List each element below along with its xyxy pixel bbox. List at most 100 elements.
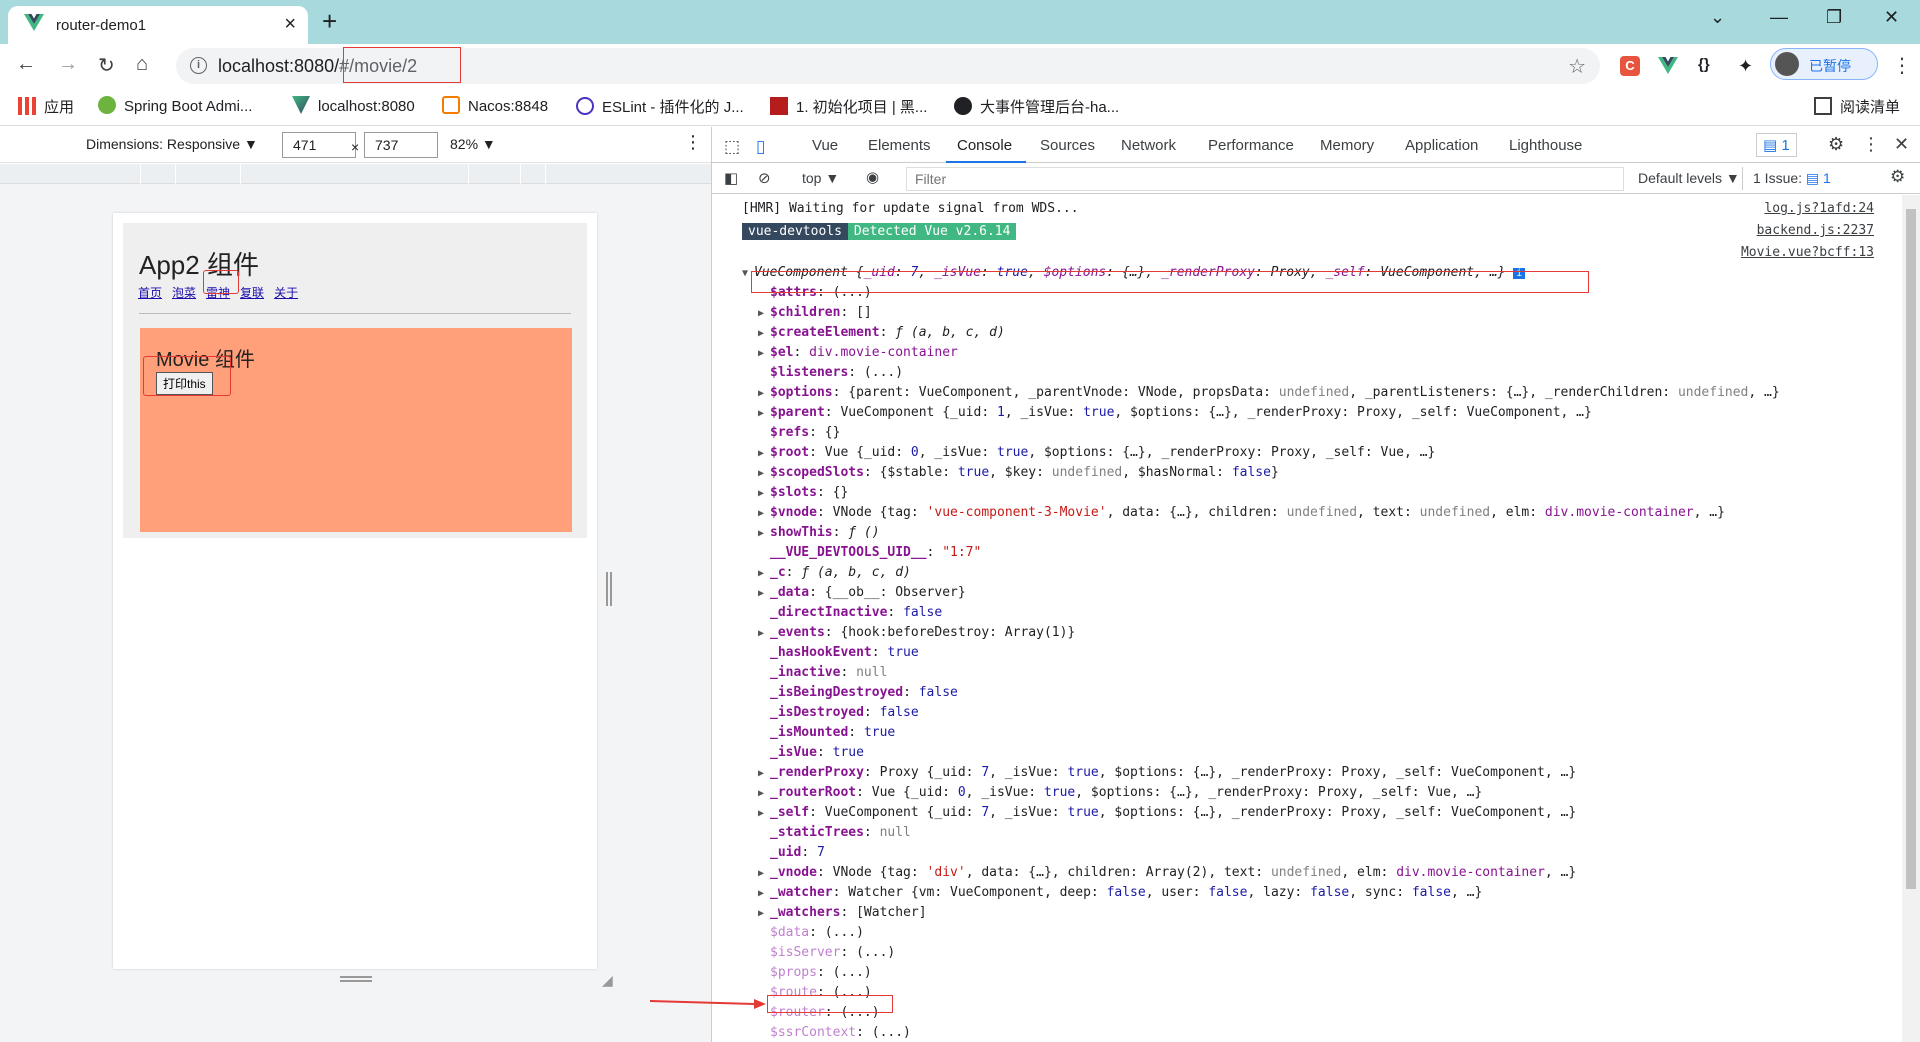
link-about[interactable]: 关于: [274, 286, 298, 300]
tab-search-icon[interactable]: ⌄: [1710, 7, 1725, 28]
clear-console-icon[interactable]: ⊘: [758, 169, 771, 187]
prop-c[interactable]: ▶ _c: ƒ (a, b, c, d): [758, 565, 1920, 585]
extension-c-icon[interactable]: C: [1620, 56, 1640, 76]
prop-showthis[interactable]: ▶ showThis: ƒ (): [758, 525, 1920, 545]
width-input[interactable]: 471: [282, 132, 356, 158]
json-extension-icon[interactable]: {}: [1698, 56, 1718, 76]
bookmark-star-icon[interactable]: ☆: [1568, 54, 1586, 79]
tab-vue[interactable]: Vue: [812, 137, 838, 154]
tab-lighthouse[interactable]: Lighthouse: [1509, 137, 1582, 154]
prop-props[interactable]: $props: (...): [758, 965, 1920, 985]
home-icon[interactable]: ⌂: [136, 53, 148, 76]
context-select[interactable]: top ▼: [802, 170, 839, 186]
inspect-icon[interactable]: ⬚: [724, 137, 740, 157]
bookmark-admin[interactable]: 大事件管理后台-ha...: [954, 96, 1119, 117]
prop-self[interactable]: ▶ _self: VueComponent {_uid: 7, _isVue: t…: [758, 805, 1920, 825]
media-query-ruler[interactable]: [0, 164, 711, 184]
link-home[interactable]: 首页: [138, 286, 162, 300]
forward-icon[interactable]: →: [58, 53, 78, 76]
reading-list[interactable]: 阅读清单: [1814, 96, 1900, 117]
prop-scopedslots[interactable]: ▶ $scopedSlots: {$stable: true, $key: und…: [758, 465, 1920, 485]
prop-refs[interactable]: $refs: {}: [758, 425, 1920, 445]
devtools-menu-icon[interactable]: ⋮: [1862, 134, 1880, 155]
prop-el[interactable]: ▶ $el: div.movie-container: [758, 345, 1920, 365]
prop-statictrees[interactable]: _staticTrees: null: [758, 825, 1920, 845]
prop-directinactive[interactable]: _directInactive: false: [758, 605, 1920, 625]
height-input[interactable]: 737: [364, 132, 438, 158]
extensions-puzzle-icon[interactable]: ✦: [1738, 56, 1758, 76]
tab-application[interactable]: Application: [1405, 137, 1478, 154]
link-pickle[interactable]: 泡菜: [172, 286, 196, 300]
prop-data[interactable]: ▶ _data: {__ob__: Observer}: [758, 585, 1920, 605]
browser-tab[interactable]: router-demo1 ×: [8, 6, 308, 44]
prop-hashookevent[interactable]: _hasHookEvent: true: [758, 645, 1920, 665]
bookmark-init-project[interactable]: 1. 初始化项目 | 黑...: [770, 96, 927, 117]
prop-uid[interactable]: _uid: 7: [758, 845, 1920, 865]
prop-watcher[interactable]: ▶ _watcher: Watcher {vm: VueComponent, de…: [758, 885, 1920, 905]
tab-sources[interactable]: Sources: [1040, 137, 1095, 154]
minimize-icon[interactable]: —: [1770, 7, 1788, 28]
vue-devtools-extension-icon[interactable]: [1658, 56, 1678, 76]
tab-elements[interactable]: Elements: [868, 137, 931, 154]
device-toggle-icon[interactable]: ▯: [756, 137, 765, 157]
issues-count[interactable]: 1 Issue: ▤ 1: [1742, 167, 1841, 190]
back-icon[interactable]: ←: [16, 53, 36, 76]
prop-renderproxy[interactable]: ▶ _renderProxy: Proxy {_uid: 7, _isVue: t…: [758, 765, 1920, 785]
tab-console[interactable]: Console: [957, 137, 1012, 154]
resize-handle-right[interactable]: [606, 572, 612, 606]
prop-root[interactable]: ▶ $root: Vue {_uid: 0, _isVue: true, $opt…: [758, 445, 1920, 465]
prop-options[interactable]: ▶ $options: {parent: VueComponent, _paren…: [758, 385, 1920, 405]
site-info-icon[interactable]: i: [190, 57, 207, 74]
new-tab-icon[interactable]: +: [322, 6, 337, 37]
bookmark-nacos[interactable]: Nacos:8848: [442, 96, 548, 115]
prop-createelement[interactable]: ▶ $createElement: ƒ (a, b, c, d): [758, 325, 1920, 345]
prop-isdestroyed[interactable]: _isDestroyed: false: [758, 705, 1920, 725]
bookmark-localhost[interactable]: localhost:8080: [292, 96, 415, 115]
close-devtools-icon[interactable]: ✕: [1894, 134, 1909, 155]
link-avengers[interactable]: 复联: [240, 286, 264, 300]
reload-icon[interactable]: ↻: [98, 53, 115, 78]
prop-devtools-uid[interactable]: __VUE_DEVTOOLS_UID__: "1:7": [758, 545, 1920, 565]
bookmark-apps[interactable]: 应用: [18, 96, 74, 117]
prop-vnode[interactable]: ▶ $vnode: VNode {tag: 'vue-component-3-Mo…: [758, 505, 1920, 525]
prop-parent[interactable]: ▶ $parent: VueComponent {_uid: 1, _isVue:…: [758, 405, 1920, 425]
prop-children[interactable]: ▶ $children: []: [758, 305, 1920, 325]
bookmark-eslint[interactable]: ESLint - 插件化的 J...: [576, 96, 744, 117]
prop-watchers[interactable]: ▶ _watchers: [Watcher]: [758, 905, 1920, 925]
menu-icon[interactable]: ⋮: [1892, 53, 1912, 78]
profile-button[interactable]: 已暂停: [1770, 48, 1878, 80]
close-tab-icon[interactable]: ×: [284, 13, 296, 36]
prop-isvue[interactable]: _isVue: true: [758, 745, 1920, 765]
prop-inactive[interactable]: _inactive: null: [758, 665, 1920, 685]
prop-vnode-internal[interactable]: ▶ _vnode: VNode {tag: 'div', data: {…}, c…: [758, 865, 1920, 885]
issues-badge[interactable]: ▤ 1: [1756, 133, 1797, 157]
tab-network[interactable]: Network: [1121, 137, 1176, 154]
tab-memory[interactable]: Memory: [1320, 137, 1374, 154]
prop-routerroot[interactable]: ▶ _routerRoot: Vue {_uid: 0, _isVue: true…: [758, 785, 1920, 805]
prop-route[interactable]: $route: (...): [758, 985, 1920, 1005]
resize-handle-bottom[interactable]: [340, 976, 372, 982]
prop-listeners[interactable]: $listeners: (...): [758, 365, 1920, 385]
dimensions-select[interactable]: Dimensions: Responsive ▼: [86, 136, 258, 152]
prop-events[interactable]: ▶ _events: {hook:beforeDestroy: Array(1)}: [758, 625, 1920, 645]
prop-ismounted[interactable]: _isMounted: true: [758, 725, 1920, 745]
bookmark-spring-boot[interactable]: Spring Boot Admi...: [98, 96, 252, 115]
levels-select[interactable]: Default levels ▼: [1638, 170, 1740, 186]
resize-corner-icon[interactable]: ◢: [602, 972, 613, 989]
console-scrollbar[interactable]: [1902, 195, 1920, 1042]
prop-ssrcontext[interactable]: $ssrContext: (...): [758, 1025, 1920, 1042]
scrollbar-thumb[interactable]: [1906, 209, 1916, 889]
tab-performance[interactable]: Performance: [1208, 137, 1294, 154]
prop-isserver[interactable]: $isServer: (...): [758, 945, 1920, 965]
filter-input[interactable]: Filter: [906, 167, 1624, 191]
movie-source-link[interactable]: Movie.vue?bcff:13: [1741, 245, 1874, 260]
more-options-icon[interactable]: ⋮: [684, 132, 702, 153]
window-close-icon[interactable]: ✕: [1884, 7, 1899, 28]
zoom-select[interactable]: 82% ▼: [450, 136, 496, 152]
restore-icon[interactable]: ❐: [1826, 7, 1842, 28]
prop-isbeingdestroyed[interactable]: _isBeingDestroyed: false: [758, 685, 1920, 705]
prop-data-getter[interactable]: $data: (...): [758, 925, 1920, 945]
log-source-link[interactable]: log.js?1afd:24: [1764, 201, 1874, 216]
prop-router[interactable]: $router: (...): [758, 1005, 1920, 1025]
prop-slots[interactable]: ▶ $slots: {}: [758, 485, 1920, 505]
